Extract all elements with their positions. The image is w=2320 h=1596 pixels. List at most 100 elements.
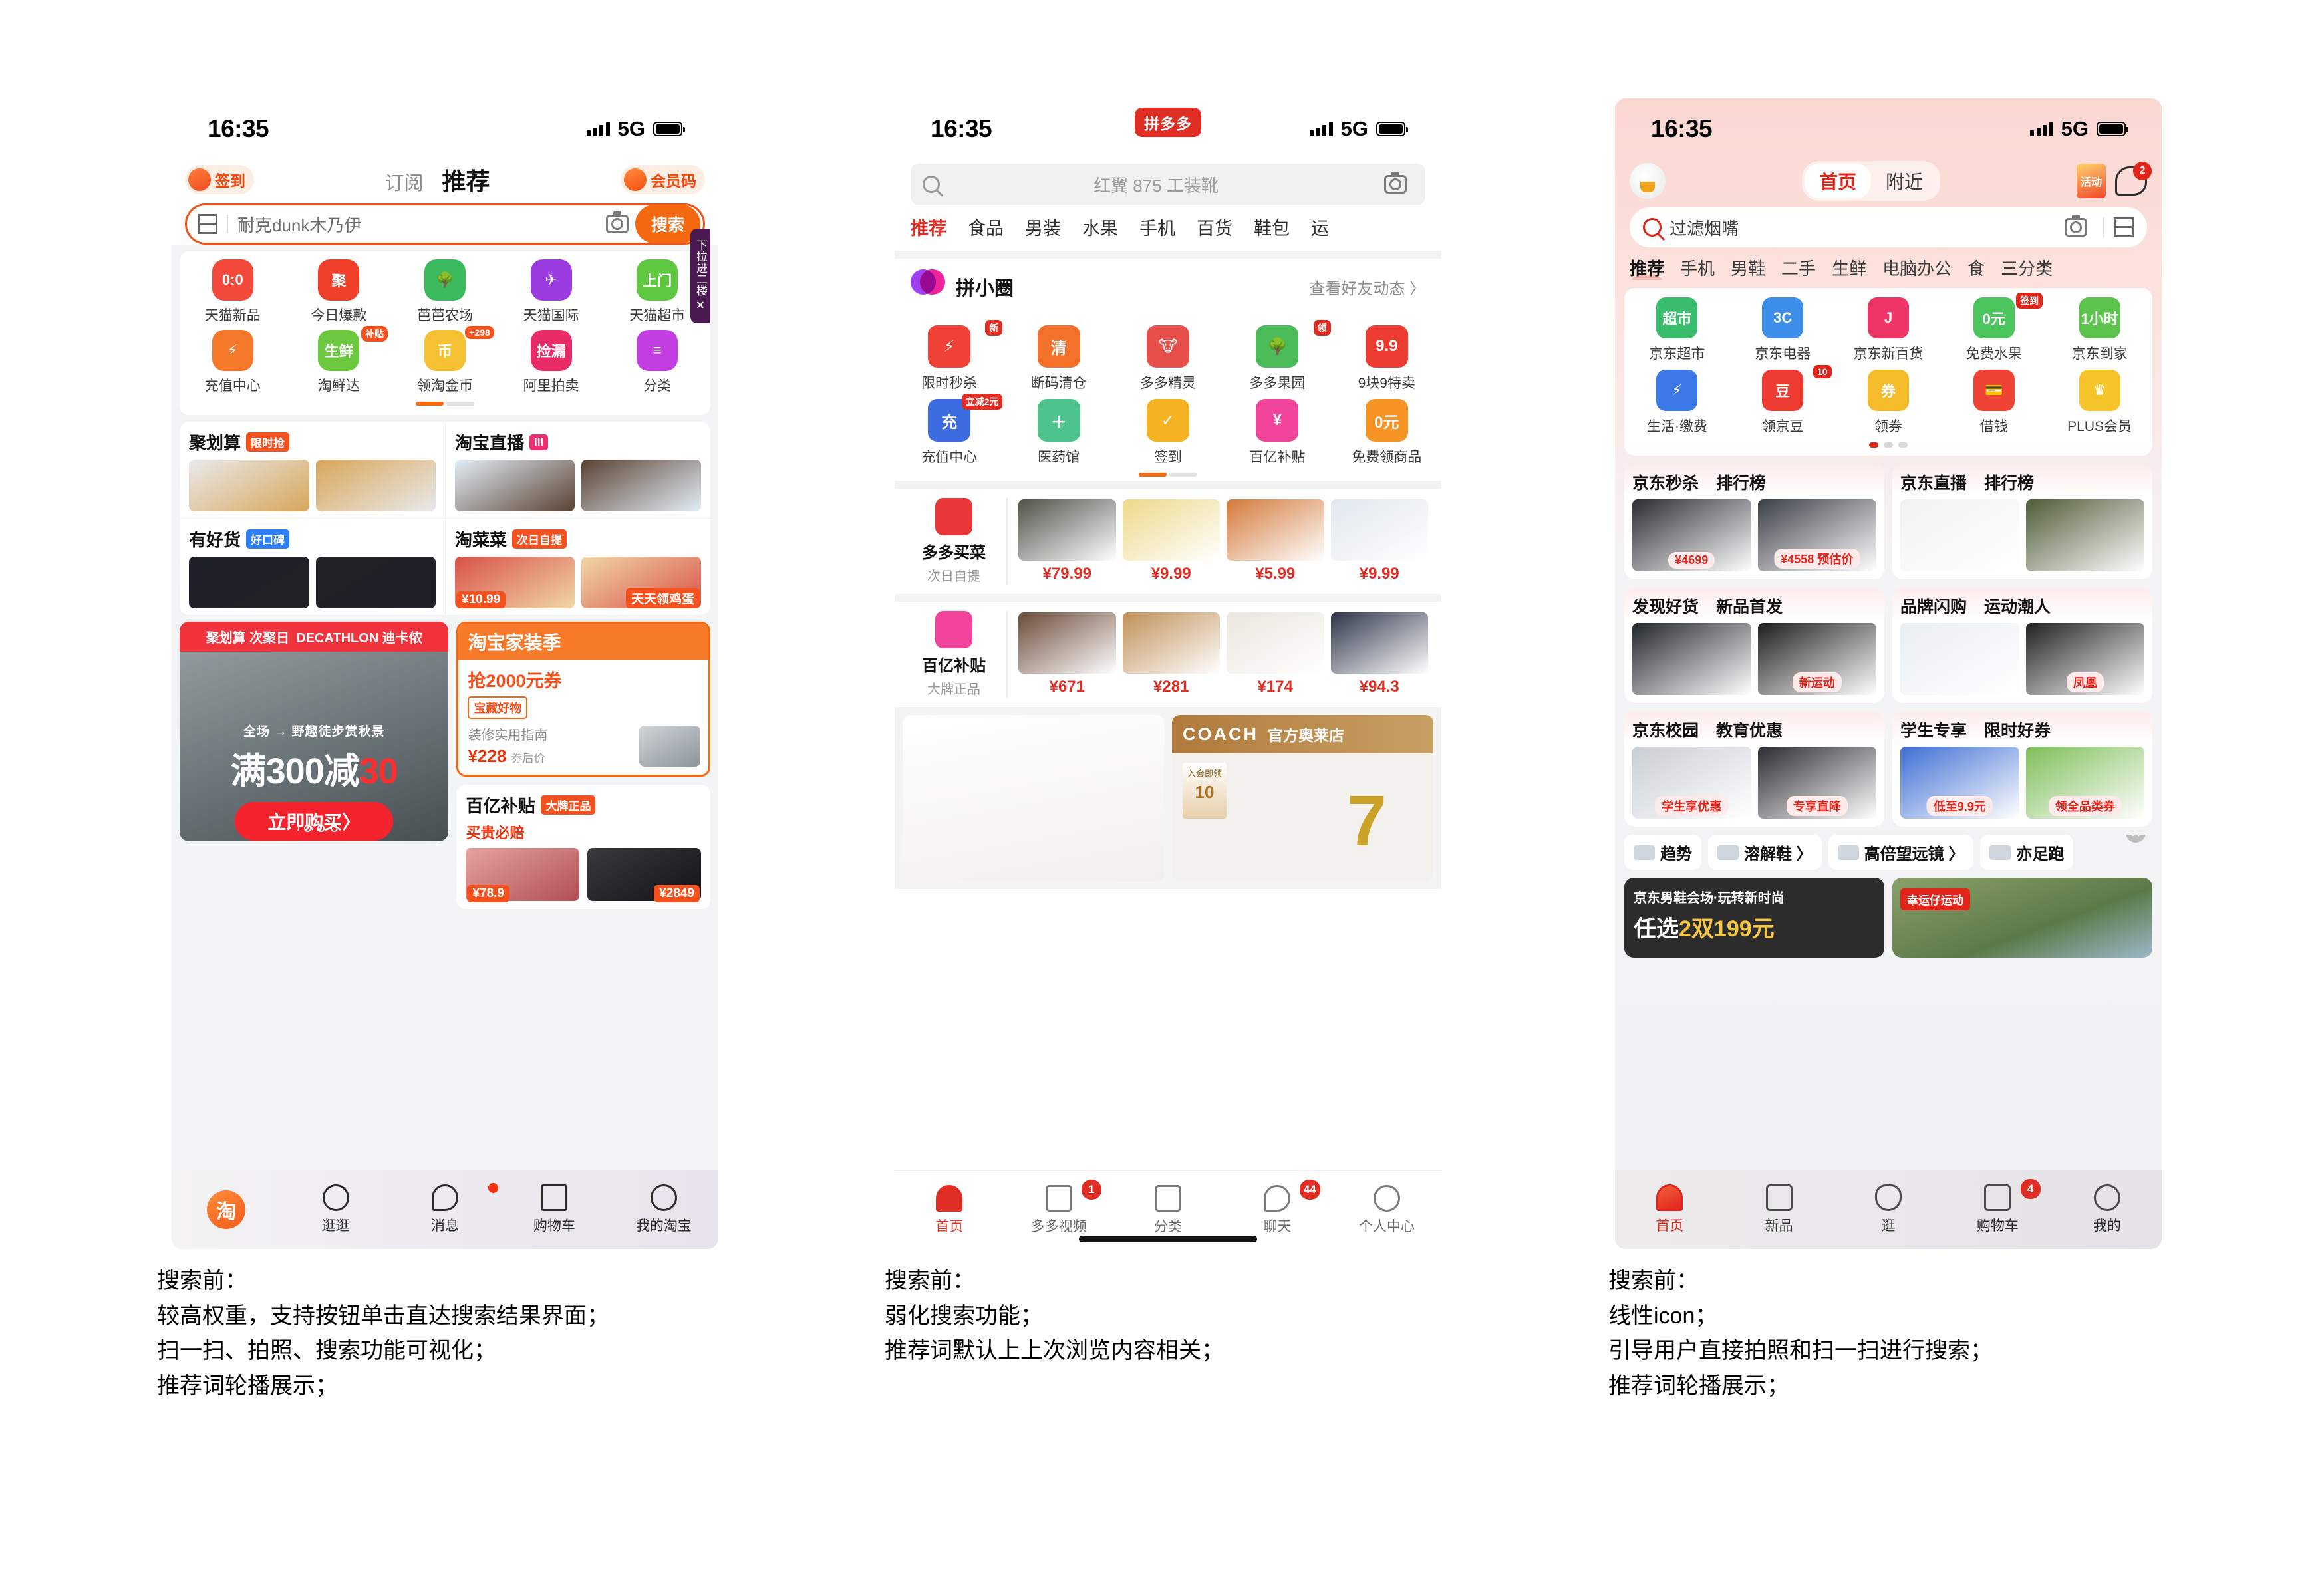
category-tab-4[interactable]: 生鲜 (1832, 255, 1866, 280)
scan-icon[interactable] (198, 214, 218, 234)
product-item[interactable]: ¥671 (1018, 612, 1116, 696)
grid-pager[interactable] (180, 402, 710, 406)
promo-cell[interactable]: 淘宝直播 lll (445, 422, 710, 518)
entry-card-1[interactable]: 京东直播 排行榜 (1892, 464, 2152, 579)
shortcut-item-7[interactable]: 币 +298 领淘金币 (392, 326, 498, 395)
category-tab-7[interactable]: 运 (1311, 214, 1329, 240)
trend-chip-3[interactable]: 亦足跑 (1980, 835, 2074, 870)
entry-card-3[interactable]: 品牌闪购 运动潮人 凤凰 (1892, 587, 2152, 703)
promo-banner[interactable]: 聚划算 次聚日 DECATHLON 迪卡侬 全场 → 野趣徒步赏秋景 满300减… (180, 622, 449, 841)
tab-home[interactable]: 淘 (172, 1190, 281, 1229)
tab-我的淘宝[interactable]: 我的淘宝 (609, 1184, 718, 1235)
product-item[interactable]: ¥281 (1122, 612, 1220, 696)
product-item[interactable]: ¥9.99 (1330, 499, 1428, 583)
category-tab-4[interactable]: 手机 (1139, 214, 1175, 240)
camera-icon[interactable] (605, 211, 629, 233)
shortcut-item-2[interactable]: 🐮 多多精灵 (1113, 325, 1223, 392)
ad-banner-sports[interactable]: 幸运仔运动 (1892, 878, 2152, 958)
category-tab-7[interactable]: 三分类 (2001, 255, 2053, 280)
tab-购物车[interactable]: 4 购物车 (1943, 1179, 2052, 1235)
subsidy-card[interactable]: 百亿补贴 大牌正品 买贵必赔 ¥78.9 ¥2849 (456, 785, 710, 909)
section-brand[interactable]: 多多买菜 次日自提 (908, 498, 1008, 585)
entry-card-2[interactable]: 发现好货 新品首发 新运动 (1624, 587, 1884, 703)
entry-card-0[interactable]: 京东秒杀 排行榜 ¥4699 ¥4558 预估价 (1624, 464, 1884, 579)
tab-购物车[interactable]: 购物车 (500, 1184, 609, 1235)
camera-icon[interactable] (2065, 215, 2087, 237)
banner-dots[interactable] (180, 825, 448, 832)
buy-now-button[interactable]: 立即购买〉 (235, 802, 394, 841)
entry-card-5[interactable]: 学生专享 限时好券 低至9.9元 领全品类券 (1892, 711, 2152, 827)
shortcut-item-3[interactable]: 🌳 领多多果园 (1223, 320, 1332, 392)
trend-chip-1[interactable]: 溶解鞋 〉 (1708, 835, 1822, 870)
tab-个人中心[interactable]: 个人中心 (1332, 1184, 1441, 1236)
tab-subscribe[interactable]: 订阅 (384, 168, 423, 196)
checkin-button[interactable]: 签到 (185, 165, 254, 194)
scan-icon[interactable] (2114, 217, 2134, 237)
shortcut-item-7[interactable]: 券领券 (1836, 370, 1942, 436)
jd-dog-icon[interactable] (1630, 163, 1666, 199)
product-item[interactable]: ¥5.99 (1227, 499, 1324, 583)
member-code-button[interactable]: 会员码 (621, 165, 705, 194)
shortcut-item-4[interactable]: 9.9 9块9特卖 (1332, 325, 1441, 392)
shortcut-item-0[interactable]: 0:0 天猫新品 (180, 259, 286, 325)
close-icon[interactable]: ✕ (2126, 835, 2146, 843)
promo-cell[interactable]: 聚划算 限时抢 (180, 422, 445, 518)
segment-nearby[interactable]: 附近 (1871, 164, 1938, 198)
shortcut-item-5[interactable]: ⚡ 充值中心 (180, 330, 286, 395)
trend-chip-0[interactable]: 趋势 (1624, 835, 1701, 870)
tab-多多视频[interactable]: 1 多多视频 (1004, 1179, 1113, 1236)
second-floor-drawer[interactable]: 下拉进二楼 ✕ (690, 229, 710, 323)
shortcut-item-1[interactable]: 清断码清仓 (1004, 325, 1113, 392)
product-item[interactable]: ¥174 (1227, 612, 1324, 696)
shortcut-item-1[interactable]: 3C 京东电器 (1730, 297, 1836, 363)
category-tab-2[interactable]: 男鞋 (1731, 255, 1765, 280)
category-tab-3[interactable]: 二手 (1781, 255, 1816, 280)
promo-cell[interactable]: 有好货 好口碑 (180, 518, 445, 615)
shortcut-item-6[interactable]: 生鲜 补贴 淘鲜达 (286, 326, 392, 395)
camera-icon[interactable] (1384, 172, 1407, 194)
category-tab-3[interactable]: 水果 (1082, 214, 1118, 240)
tab-聊天[interactable]: 44 聊天 (1223, 1179, 1332, 1236)
grid-pager[interactable] (1624, 442, 2152, 448)
search-input[interactable]: 过滤烟嘴 (1669, 215, 2065, 240)
shortcut-item-4[interactable]: 1小时 京东到家 (2047, 297, 2152, 363)
shortcut-item-6[interactable]: 豆 10 领京豆 (1730, 365, 1836, 436)
category-tab-5[interactable]: 百货 (1197, 214, 1232, 240)
shortcut-item-3[interactable]: 0元 签到 免费水果 (1941, 293, 2047, 363)
category-tab-0[interactable]: 推荐 (1630, 255, 1664, 280)
search-input[interactable]: 红翼 875 工装靴 (940, 172, 1372, 197)
shortcut-item-9[interactable]: ♛ PLUS会员 (2047, 370, 2152, 436)
product-item[interactable]: ¥94.3 (1330, 612, 1428, 696)
shortcut-item-1[interactable]: 聚今日爆款 (286, 259, 392, 325)
tab-我的[interactable]: 我的 (2053, 1184, 2162, 1235)
tab-新品[interactable]: 新品 (1724, 1184, 1833, 1235)
search-input[interactable]: 耐克dunk木乃伊 (237, 212, 606, 237)
shortcut-item-5[interactable]: ⚡ 生活·缴费 (1624, 370, 1730, 436)
shortcut-item-9[interactable]: ≡ 分类 (604, 330, 710, 395)
tab-分类[interactable]: 分类 (1113, 1184, 1223, 1236)
tab-逛逛[interactable]: 逛逛 (281, 1184, 390, 1235)
category-tab-1[interactable]: 食品 (968, 214, 1004, 240)
shortcut-item-0[interactable]: 超市 京东超市 (1624, 297, 1730, 363)
promo-cell[interactable]: 淘菜菜 次日自提 ¥10.99 天天领鸡蛋 (445, 518, 710, 615)
shortcut-item-2[interactable]: J 京东新百货 (1836, 297, 1942, 363)
shortcut-item-8[interactable]: 捡漏 阿里拍卖 (498, 330, 605, 395)
tab-首页[interactable]: 首页 (1615, 1184, 1724, 1235)
pxq-more-link[interactable]: 查看好友动态 〉 (1309, 275, 1425, 299)
shortcut-item-9[interactable]: 0元 免费领商品 (1332, 399, 1441, 466)
shortcut-item-7[interactable]: ✓ 签到 (1113, 399, 1223, 466)
message-icon[interactable]: 2 (2115, 162, 2152, 196)
product-card[interactable] (903, 715, 1164, 881)
tab-逛[interactable]: 逛 (1834, 1184, 1943, 1235)
grid-pager[interactable] (895, 473, 1441, 477)
tab-消息[interactable]: 消息 (390, 1183, 500, 1235)
shortcut-item-6[interactable]: ＋ 医药馆 (1004, 399, 1113, 466)
home-decor-card[interactable]: 淘宝家装季 抢2000元券 宝藏好物 装修实用指南 ¥228 券后价 (456, 622, 710, 777)
trend-chip-2[interactable]: 高倍望远镜 〉 (1828, 835, 1974, 870)
category-tab-1[interactable]: 手机 (1680, 255, 1715, 280)
shortcut-item-0[interactable]: ⚡ 新限时秒杀 (895, 320, 1004, 392)
product-item[interactable]: ¥9.99 (1122, 499, 1220, 583)
tab-recommend[interactable]: 推荐 (442, 162, 490, 197)
section-brand[interactable]: 百亿补贴 大牌正品 (908, 611, 1008, 698)
shortcut-item-3[interactable]: ✈ 天猫国际 (498, 259, 605, 325)
